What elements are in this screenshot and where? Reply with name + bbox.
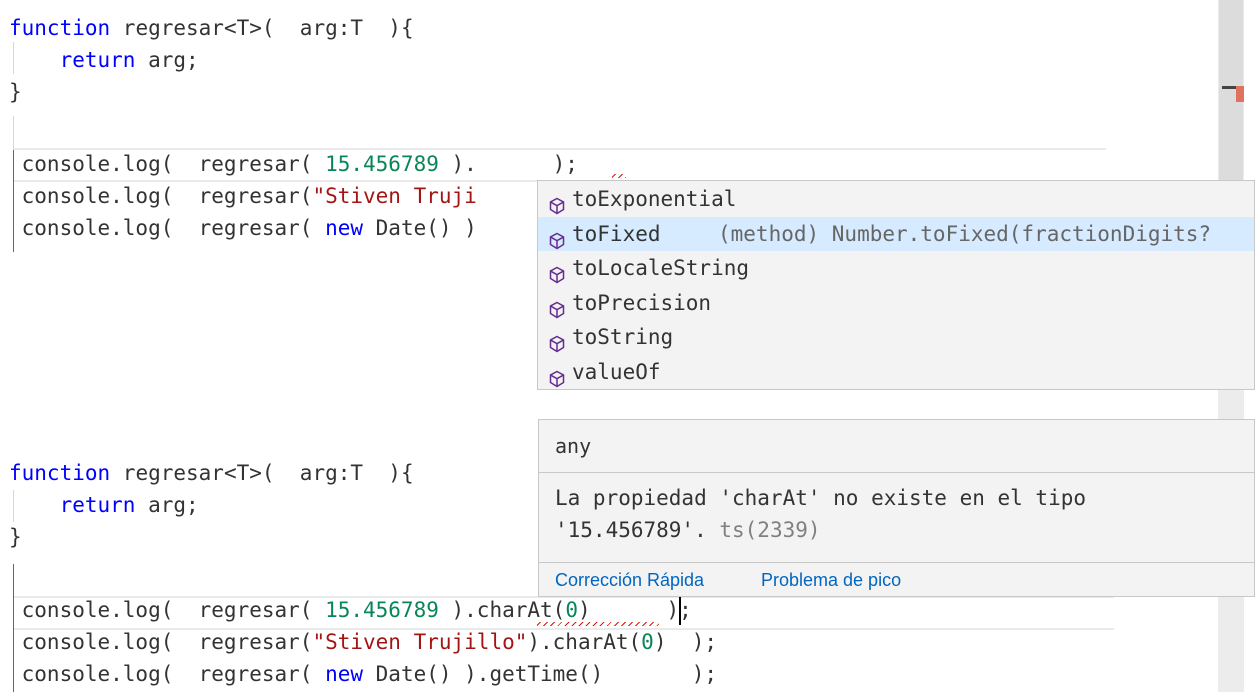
code-line[interactable]: return arg; [9, 44, 199, 76]
hover-widget: any La propiedad 'charAt' no existe en e… [538, 419, 1255, 597]
code-token: } [9, 80, 22, 104]
code-token: regresar<T>( arg:T ){ [110, 16, 414, 40]
error-squiggle [537, 622, 659, 626]
method-cube-icon [548, 260, 566, 284]
code-token: 0 [641, 630, 654, 654]
suggest-item-label: toLocaleString [572, 256, 750, 281]
method-cube-icon [548, 364, 566, 388]
method-cube-icon [548, 329, 566, 353]
code-line[interactable]: console.log( regresar("Stiven Truji [9, 180, 477, 212]
code-token: console.log( regresar( [9, 630, 313, 654]
code-token: regresar<T>( arg:T ){ [110, 461, 414, 485]
code-token: } [9, 525, 22, 549]
hover-type: any [555, 434, 592, 458]
text-cursor [679, 597, 681, 625]
suggest-item[interactable]: toLocaleString [538, 251, 1254, 285]
current-line-highlight [14, 148, 1106, 150]
code-line[interactable]: console.log( regresar( new Date() ).getT… [9, 658, 717, 690]
code-token: ).charAt( [527, 630, 642, 654]
code-token: return [9, 493, 136, 517]
code-line[interactable]: function regresar<T>( arg:T ){ [9, 12, 414, 44]
overview-ruler-error [1236, 86, 1244, 102]
indent-guide [13, 490, 14, 522]
code-token: ) ); [577, 598, 692, 622]
quick-fix-link[interactable]: Corrección Rápida [555, 570, 704, 591]
method-cube-icon [548, 191, 566, 215]
suggest-item[interactable]: toString [538, 320, 1254, 354]
suggest-item-label: toExponential [572, 187, 737, 211]
hover-separator [539, 472, 1254, 473]
suggest-item-label: toFixed [572, 221, 661, 246]
hover-error-code: ts(2339) [719, 518, 821, 542]
code-token: return [9, 48, 136, 72]
code-line[interactable]: console.log( regresar( new Date() ) [9, 212, 477, 244]
suggest-item[interactable]: toExponential [538, 182, 1254, 216]
code-token: 15.456789 [325, 598, 439, 622]
code-token: new [325, 662, 364, 686]
current-line-highlight [14, 628, 1114, 630]
suggest-item[interactable]: toPrecision [538, 286, 1254, 320]
code-token: Date() ) [363, 216, 477, 240]
code-token: console.log( regresar( [9, 598, 326, 622]
suggest-item-label: valueOf [572, 360, 661, 384]
indent-guide [13, 42, 14, 74]
suggest-item-detail: (method) Number.toFixed(fractionDigits? [718, 221, 1212, 246]
code-line[interactable]: } [9, 521, 22, 553]
code-line[interactable]: function regresar<T>( arg:T ){ [9, 457, 414, 489]
hover-separator [539, 562, 1254, 563]
code-token: console.log( regresar( [9, 662, 326, 686]
hover-message: La propiedad 'charAt' no existe en el ti… [555, 482, 1086, 546]
code-line[interactable]: return arg; [9, 489, 199, 521]
code-token: 15.456789 [325, 152, 439, 176]
suggest-item[interactable]: toFixed (method) Number.toFixed(fractionD… [538, 216, 1254, 251]
code-token: ).charAt( [438, 598, 566, 622]
code-token: new [325, 216, 364, 240]
method-cube-icon [548, 226, 566, 249]
code-line[interactable]: console.log( regresar("Stiven Trujillo")… [9, 626, 717, 658]
code-line[interactable]: } [9, 76, 22, 108]
code-token: function [9, 461, 111, 485]
code-line[interactable]: console.log( regresar( 15.456789 ). ); [9, 148, 578, 180]
method-cube-icon [548, 295, 566, 319]
suggest-widget[interactable]: toExponential toFixed (method) Number.toFi… [537, 180, 1255, 390]
hover-actions: Corrección Rápida Problema de pico [539, 564, 1254, 598]
code-token: console.log( regresar( [9, 184, 313, 208]
code-token: "Stiven Truji [312, 184, 477, 208]
code-token: arg; [135, 493, 199, 517]
indent-guide [13, 150, 14, 252]
code-token: 0 [565, 598, 578, 622]
code-token: ) ); [653, 630, 718, 654]
code-token: function [9, 16, 111, 40]
indent-guide [13, 116, 14, 150]
error-squiggle [612, 174, 626, 178]
peek-problem-link[interactable]: Problema de pico [761, 570, 901, 591]
suggest-item-label: toPrecision [572, 290, 712, 315]
code-token: arg; [135, 48, 199, 72]
code-token: console.log( regresar( [9, 216, 326, 240]
hover-message-line1: La propiedad 'charAt' no existe en el ti… [555, 486, 1087, 510]
code-token: Date() ).getTime() ); [363, 662, 718, 686]
code-token: "Stiven Trujillo" [312, 630, 528, 654]
code-token: ). ); [438, 152, 578, 176]
suggest-item-label: toString [572, 325, 674, 350]
suggest-item[interactable]: valueOf [538, 355, 1254, 389]
hover-message-line2: '15.456789'. [555, 518, 720, 542]
code-token: console.log( regresar( [9, 152, 326, 176]
